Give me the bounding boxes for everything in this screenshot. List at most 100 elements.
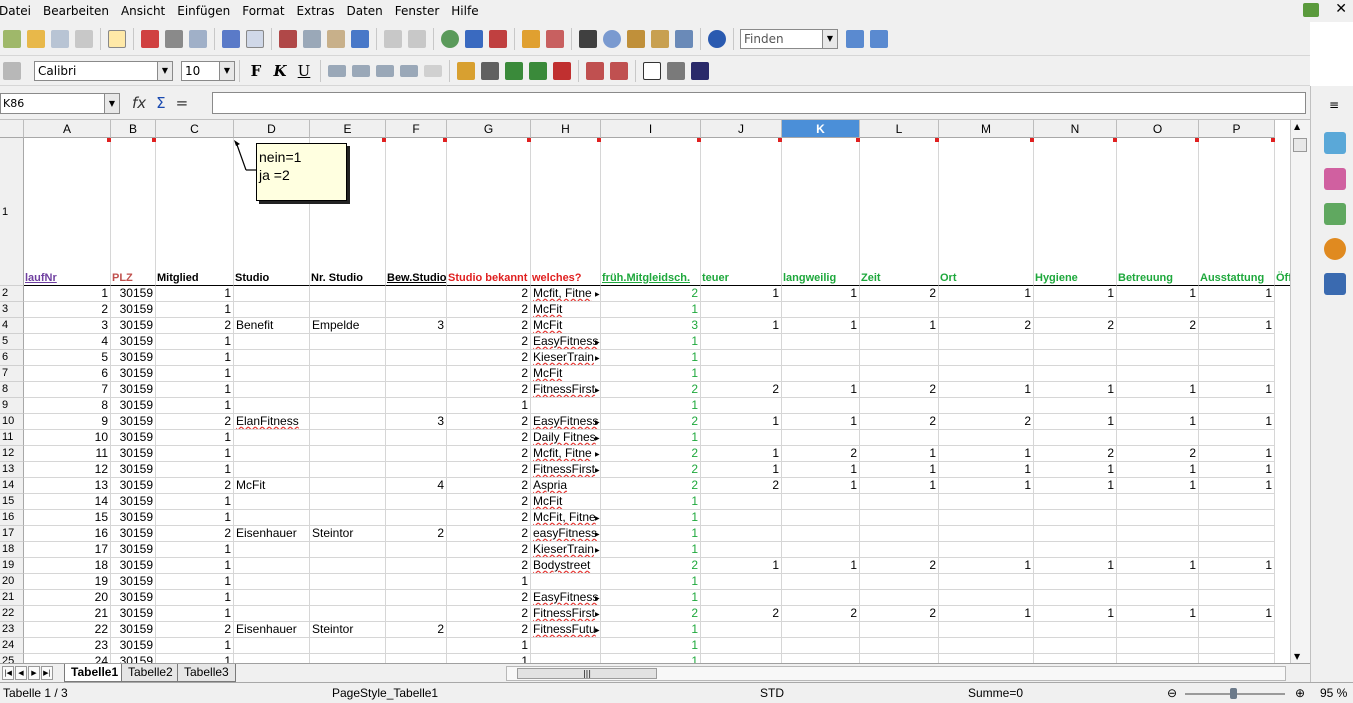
header-cell[interactable]: teuer <box>701 138 782 286</box>
grid-cell[interactable]: 30159 <box>111 446 156 462</box>
grid-cell[interactable] <box>1117 430 1199 446</box>
grid-cell[interactable] <box>1199 398 1275 414</box>
grid-cell[interactable]: 2 <box>447 590 531 606</box>
grid-cell[interactable]: 1 <box>1034 414 1117 430</box>
grid-cell[interactable]: Eisenhauer <box>234 526 310 542</box>
grid-cell[interactable]: 1 <box>1199 606 1275 622</box>
grid-cell[interactable] <box>860 638 939 654</box>
grid-cell[interactable] <box>386 462 447 478</box>
print-preview-icon[interactable] <box>189 29 207 48</box>
row-header[interactable]: 13 <box>0 462 24 478</box>
grid-cell[interactable]: 1 <box>601 526 701 542</box>
grid-cell[interactable] <box>782 574 860 590</box>
grid-cell[interactable]: 14 <box>24 494 111 510</box>
grid-cell[interactable] <box>531 654 601 663</box>
grid-cell[interactable]: 1 <box>939 478 1034 494</box>
grid-cell[interactable]: 1 <box>939 286 1034 302</box>
column-header[interactable]: E <box>310 120 386 138</box>
grid-cell[interactable] <box>939 302 1034 318</box>
grid-cell[interactable]: 2 <box>447 302 531 318</box>
grid-cell[interactable]: 2 <box>447 606 531 622</box>
grid-cell[interactable]: Mcfit, Fitne <box>531 446 601 462</box>
grid-cell[interactable]: EasyFitness <box>531 590 601 606</box>
grid-cell[interactable]: 1 <box>447 654 531 663</box>
grid-cell[interactable] <box>310 446 386 462</box>
grid-cell[interactable] <box>860 398 939 414</box>
grid-cell[interactable] <box>782 510 860 526</box>
grid-cell[interactable]: 1 <box>1034 286 1117 302</box>
redo-icon[interactable] <box>408 29 426 48</box>
grid-cell[interactable]: Steintor <box>310 622 386 638</box>
grid-cell[interactable]: 1 <box>1199 286 1275 302</box>
grid-cell[interactable] <box>860 334 939 350</box>
grid-cell[interactable] <box>386 446 447 462</box>
grid-cell[interactable]: 1 <box>1034 462 1117 478</box>
grid-cell[interactable]: 1 <box>1117 558 1199 574</box>
grid-cell[interactable]: 1 <box>701 414 782 430</box>
row-header[interactable]: 1 <box>0 138 24 286</box>
grid-cell[interactable] <box>1199 574 1275 590</box>
grid-cell[interactable]: 5 <box>24 350 111 366</box>
scroll-up-icon[interactable]: ▲ <box>1294 122 1300 131</box>
grid-cell[interactable]: McFit <box>531 494 601 510</box>
grid-cell[interactable] <box>1034 350 1117 366</box>
close-icon[interactable]: ✕ <box>1335 1 1347 17</box>
grid-cell[interactable]: 1 <box>601 574 701 590</box>
grid-cell[interactable]: 2 <box>782 606 860 622</box>
grid-cell[interactable] <box>310 542 386 558</box>
grid-cell[interactable]: 20 <box>24 590 111 606</box>
column-header[interactable]: N <box>1034 120 1117 138</box>
grid-cell[interactable]: 1 <box>24 286 111 302</box>
grid-cell[interactable]: 2 <box>447 462 531 478</box>
row-header[interactable]: 2 <box>0 286 24 302</box>
download-icon[interactable] <box>1303 3 1319 17</box>
grid-cell[interactable] <box>701 398 782 414</box>
grid-cell[interactable] <box>939 510 1034 526</box>
grid-cell[interactable] <box>1199 334 1275 350</box>
grid-cell[interactable]: 2 <box>601 414 701 430</box>
grid-cell[interactable] <box>939 622 1034 638</box>
grid-cell[interactable] <box>701 542 782 558</box>
grid-cell[interactable]: EasyFitness <box>531 414 601 430</box>
grid-cell[interactable]: 1 <box>156 430 234 446</box>
header-cell[interactable]: Bew.Studio <box>386 138 447 286</box>
grid-cell[interactable]: 1 <box>156 510 234 526</box>
grid-cell[interactable]: 7 <box>24 382 111 398</box>
grid-cell[interactable] <box>939 638 1034 654</box>
grid-cell[interactable]: 30159 <box>111 430 156 446</box>
grid-cell[interactable] <box>1034 638 1117 654</box>
grid-cell[interactable]: 1 <box>1034 606 1117 622</box>
function-wizard-icon[interactable]: fx <box>132 94 146 112</box>
grid-cell[interactable]: 1 <box>156 382 234 398</box>
delete-decimal-icon[interactable] <box>553 61 571 80</box>
grid-cell[interactable] <box>234 462 310 478</box>
grid-cell[interactable]: FitnessFirst <box>531 606 601 622</box>
zoom-out-icon[interactable]: ⊖ <box>1167 686 1177 700</box>
new-document-icon[interactable] <box>3 29 21 48</box>
sum-icon[interactable]: Σ <box>156 94 165 112</box>
row-header[interactable]: 16 <box>0 510 24 526</box>
grid-cell[interactable]: 10 <box>24 430 111 446</box>
grid-cell[interactable] <box>701 574 782 590</box>
grid-cell[interactable] <box>782 526 860 542</box>
grid-cell[interactable]: 1 <box>1034 382 1117 398</box>
grid-cell[interactable]: 1 <box>782 478 860 494</box>
grid-cell[interactable]: Bodystreet <box>531 558 601 574</box>
grid-cell[interactable] <box>939 430 1034 446</box>
row-header[interactable]: 24 <box>0 638 24 654</box>
grid-cell[interactable]: McFit <box>531 302 601 318</box>
column-header[interactable]: J <box>701 120 782 138</box>
styles-formatting-icon[interactable] <box>1324 168 1346 190</box>
chevron-down-icon[interactable]: ▼ <box>219 61 234 80</box>
grid-cell[interactable]: 2 <box>447 286 531 302</box>
column-header[interactable]: A <box>24 120 111 138</box>
grid-cell[interactable] <box>1117 302 1199 318</box>
chevron-down-icon[interactable]: ▼ <box>822 29 837 48</box>
grid-cell[interactable]: 2 <box>1117 318 1199 334</box>
grid-cell[interactable]: Benefit <box>234 318 310 334</box>
grid-cell[interactable]: 1 <box>860 462 939 478</box>
grid-cell[interactable]: 1 <box>601 622 701 638</box>
grid-cell[interactable] <box>386 430 447 446</box>
grid-cell[interactable]: 1 <box>601 638 701 654</box>
grid-cell[interactable]: 2 <box>447 382 531 398</box>
